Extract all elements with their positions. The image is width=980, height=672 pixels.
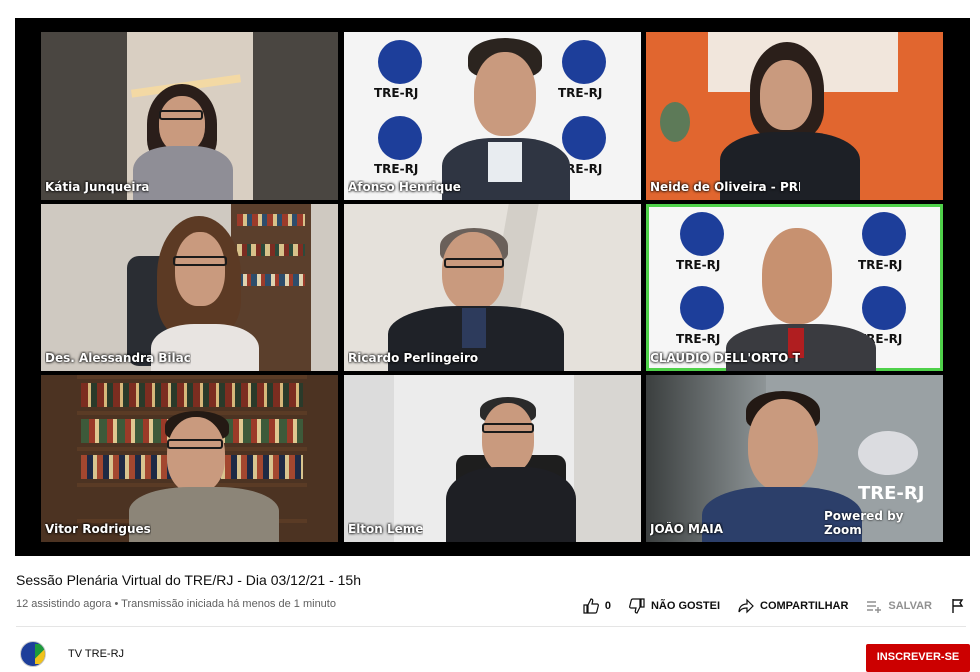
share-icon — [738, 598, 754, 614]
like-button[interactable]: 0 — [583, 598, 611, 614]
video-title: Sessão Plenária Virtual do TRE/RJ - Dia … — [16, 572, 362, 588]
share-label: COMPARTILHAR — [760, 600, 849, 612]
dislike-button[interactable]: NÃO GOSTEI — [628, 598, 720, 614]
flag-icon — [952, 599, 964, 613]
share-button[interactable]: COMPARTILHAR — [738, 598, 848, 614]
channel-avatar[interactable] — [20, 641, 46, 667]
tre-rj-logo: TRE-RJ — [676, 212, 740, 272]
participant-name: Elton Leme — [348, 522, 424, 536]
participant-name: Neide de Oliveira - PRR (PR... — [650, 180, 800, 194]
participant-tile: Kátia Junqueira — [41, 32, 338, 200]
participant-name: JOÃO MAIA — [650, 522, 723, 536]
participant-tile: Vitor Rodrigues — [41, 375, 338, 542]
playlist-add-icon — [867, 601, 882, 613]
participant-name: Ricardo Perlingeiro — [348, 351, 479, 365]
video-player[interactable]: Kátia Junqueira TRE-RJ TRE-RJ TRE-RJ TRE… — [15, 18, 970, 556]
participant-name: Des. Alessandra Bilac — [45, 351, 191, 365]
tre-rj-watermark: TRE-RJ — [858, 483, 925, 504]
participant-tile: Ricardo Perlingeiro — [344, 204, 641, 371]
participant-name: CLAUDIO DELL'ORTO TRE-... — [650, 351, 800, 365]
tre-rj-logo: TRE-RJ — [374, 116, 438, 176]
tre-rj-logo: TRE-RJ — [676, 286, 740, 346]
participant-name: Vitor Rodrigues — [45, 522, 151, 536]
save-button[interactable]: SALVAR — [866, 598, 932, 614]
participant-tile: TRE-RJ Powered by Zoom JOÃO MAIA — [646, 375, 943, 542]
participant-name: Kátia Junqueira — [45, 180, 150, 194]
channel-name[interactable]: TV TRE-RJ — [68, 648, 124, 660]
participant-tile: Des. Alessandra Bilac — [41, 204, 338, 371]
participant-tile: Elton Leme — [344, 375, 641, 542]
subscribe-button[interactable]: INSCREVER-SE — [866, 644, 970, 672]
participant-name: Afonso Henrique — [348, 180, 461, 194]
powered-by-zoom: Powered by Zoom — [824, 509, 904, 537]
channel-info: TV TRE-RJ — [20, 641, 124, 667]
thumbs-up-icon — [583, 598, 599, 614]
thumbs-down-icon — [628, 598, 645, 614]
participant-tile: TRE-RJ TRE-RJ TRE-RJ TRE-RJ Afonso Henri… — [344, 32, 641, 200]
participant-tile-active: TRE-RJ TRE-RJ TRE-RJ TRE-RJ CLAUDIO DELL… — [646, 204, 943, 371]
dislike-label: NÃO GOSTEI — [650, 600, 720, 612]
participant-tile: Neide de Oliveira - PRR (PR... — [646, 32, 943, 200]
video-meta: 12 assistindo agora • Transmissão inicia… — [16, 598, 336, 610]
video-actions: 0 NÃO GOSTEI COMPARTILHAR SALVAR — [583, 598, 966, 614]
tre-rj-watermark-globe — [858, 431, 918, 475]
tre-rj-logo: TRE-RJ — [374, 40, 438, 100]
divider — [16, 626, 966, 627]
tre-rj-logo: TRE-RJ — [858, 212, 922, 272]
tre-rj-logo: TRE-RJ — [558, 40, 622, 100]
like-count: 0 — [604, 600, 611, 612]
report-button[interactable] — [950, 598, 966, 614]
save-label: SALVAR — [888, 600, 932, 612]
